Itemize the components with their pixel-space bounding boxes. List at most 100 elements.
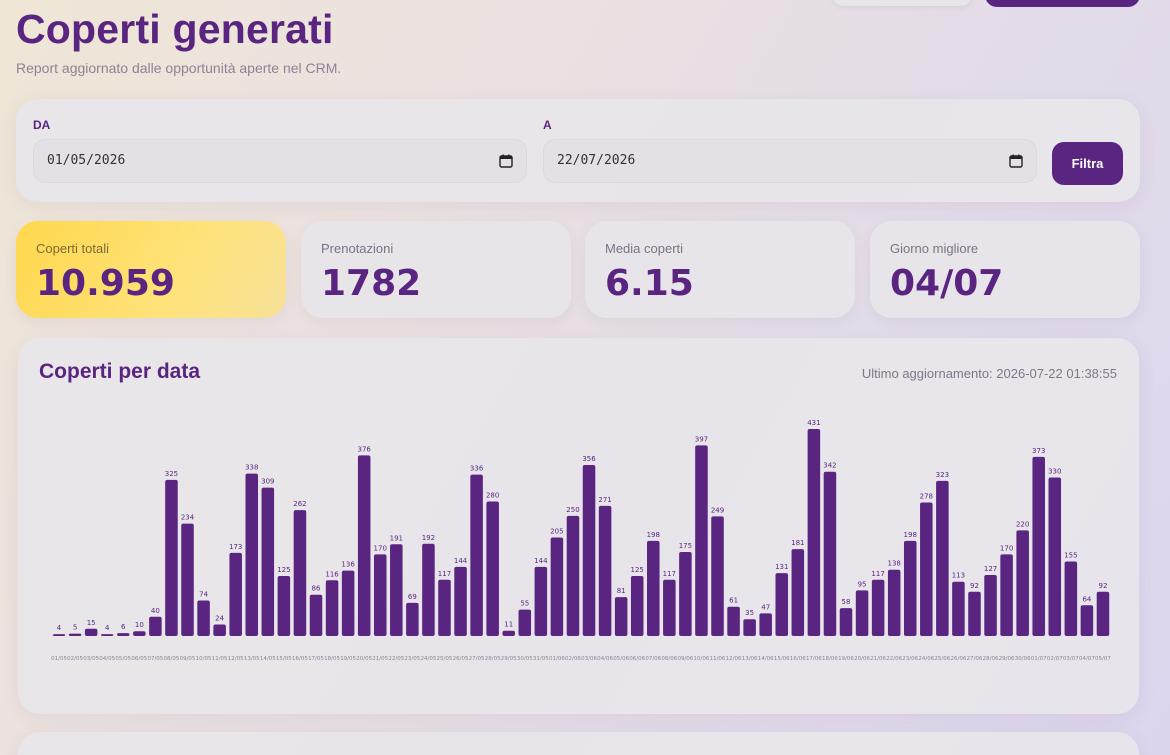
bar[interactable] xyxy=(743,619,756,636)
bar[interactable] xyxy=(711,516,724,636)
bar[interactable] xyxy=(1016,530,1029,636)
bar[interactable] xyxy=(438,579,451,636)
bar[interactable] xyxy=(245,473,259,636)
x-tick-label: 07/05 xyxy=(147,656,163,662)
bar[interactable] xyxy=(679,551,692,636)
stat-value: 1782 xyxy=(321,263,422,304)
bar[interactable] xyxy=(277,575,291,636)
bar[interactable] xyxy=(1032,456,1045,636)
data-label: 170 xyxy=(1000,544,1013,552)
bar[interactable] xyxy=(52,634,66,636)
bar[interactable] xyxy=(68,633,82,636)
bar[interactable] xyxy=(791,549,805,636)
bar[interactable] xyxy=(663,579,676,636)
bar[interactable] xyxy=(181,523,194,636)
x-tick-label: 29/06 xyxy=(999,656,1015,662)
to-date-input[interactable]: 22/07/2026 xyxy=(543,139,1037,183)
data-label: 356 xyxy=(582,455,596,463)
data-label: 113 xyxy=(952,572,965,580)
calendar-icon[interactable] xyxy=(499,154,513,168)
bar[interactable] xyxy=(1064,561,1078,636)
bar[interactable] xyxy=(100,634,114,636)
x-tick-label: 19/06 xyxy=(838,656,854,662)
bar[interactable] xyxy=(84,628,98,636)
x-tick-label: 28/05 xyxy=(485,656,501,662)
bar[interactable] xyxy=(229,552,242,636)
bar[interactable] xyxy=(261,487,275,636)
bar[interactable] xyxy=(566,515,580,636)
bar[interactable] xyxy=(984,575,997,636)
data-label: 220 xyxy=(1016,520,1029,528)
bar[interactable] xyxy=(936,480,949,636)
bar[interactable] xyxy=(630,575,644,636)
bar[interactable] xyxy=(968,591,981,636)
x-tick-label: 23/06 xyxy=(902,656,918,662)
bar[interactable] xyxy=(598,505,612,636)
bar[interactable] xyxy=(406,602,419,636)
bar[interactable] xyxy=(470,474,483,636)
data-label: 323 xyxy=(936,471,949,479)
bar[interactable] xyxy=(117,633,130,636)
bar[interactable] xyxy=(293,510,307,636)
bar[interactable] xyxy=(325,580,339,636)
bar[interactable] xyxy=(149,616,162,636)
secondary-action-button[interactable] xyxy=(832,0,972,6)
x-tick-label: 11/05 xyxy=(212,656,228,662)
bar[interactable] xyxy=(518,609,532,636)
bar[interactable] xyxy=(759,613,772,636)
bar[interactable] xyxy=(165,479,178,636)
calendar-icon[interactable] xyxy=(1009,154,1023,168)
data-label: 198 xyxy=(904,531,917,539)
bar[interactable] xyxy=(614,597,628,636)
x-tick-label: 01/05 xyxy=(51,656,67,662)
data-label: 74 xyxy=(199,590,208,598)
bar[interactable] xyxy=(839,608,853,636)
bar[interactable] xyxy=(422,543,435,636)
from-date-value: 01/05/2026 xyxy=(47,153,126,168)
bar[interactable] xyxy=(920,502,933,636)
bar[interactable] xyxy=(903,540,917,636)
data-label: 338 xyxy=(245,464,258,472)
bar[interactable] xyxy=(855,590,869,636)
bar[interactable] xyxy=(807,429,821,636)
from-date-input[interactable]: 01/05/2026 xyxy=(33,139,527,183)
bar[interactable] xyxy=(727,606,740,636)
bar[interactable] xyxy=(486,501,499,636)
bar[interactable] xyxy=(823,471,837,636)
bar[interactable] xyxy=(952,581,965,636)
bar[interactable] xyxy=(341,570,355,636)
bar[interactable] xyxy=(133,631,146,636)
bar[interactable] xyxy=(197,600,210,636)
x-tick-label: 09/06 xyxy=(677,656,693,662)
data-label: 47 xyxy=(761,603,770,611)
bar[interactable] xyxy=(695,445,708,636)
filter-button[interactable]: Filtra xyxy=(1052,142,1123,185)
data-label: 192 xyxy=(422,534,435,542)
bar[interactable] xyxy=(390,544,403,636)
bar[interactable] xyxy=(1000,554,1013,636)
bar[interactable] xyxy=(309,594,323,636)
data-label: 6 xyxy=(121,623,126,631)
x-tick-label: 13/05 xyxy=(244,656,260,662)
data-label: 376 xyxy=(357,445,371,453)
bar[interactable] xyxy=(1096,591,1110,636)
bar[interactable] xyxy=(534,566,548,636)
bar[interactable] xyxy=(582,465,596,636)
bar[interactable] xyxy=(357,455,371,636)
bar[interactable] xyxy=(887,569,901,636)
bar[interactable] xyxy=(213,624,226,636)
x-tick-label: 17/05 xyxy=(308,656,324,662)
primary-action-button[interactable] xyxy=(985,0,1140,7)
bar[interactable] xyxy=(373,554,387,636)
bar[interactable] xyxy=(1048,477,1062,636)
bar[interactable] xyxy=(502,630,515,636)
bar[interactable] xyxy=(775,573,789,636)
bar[interactable] xyxy=(647,540,660,636)
bar[interactable] xyxy=(550,537,564,636)
bar[interactable] xyxy=(1080,605,1094,636)
stat-card-best-day: Giorno migliore 04/07 xyxy=(870,221,1140,318)
bar[interactable] xyxy=(454,566,467,636)
x-tick-label: 01/07 xyxy=(1031,656,1047,662)
from-label: DA xyxy=(33,118,51,132)
bar[interactable] xyxy=(871,579,885,636)
